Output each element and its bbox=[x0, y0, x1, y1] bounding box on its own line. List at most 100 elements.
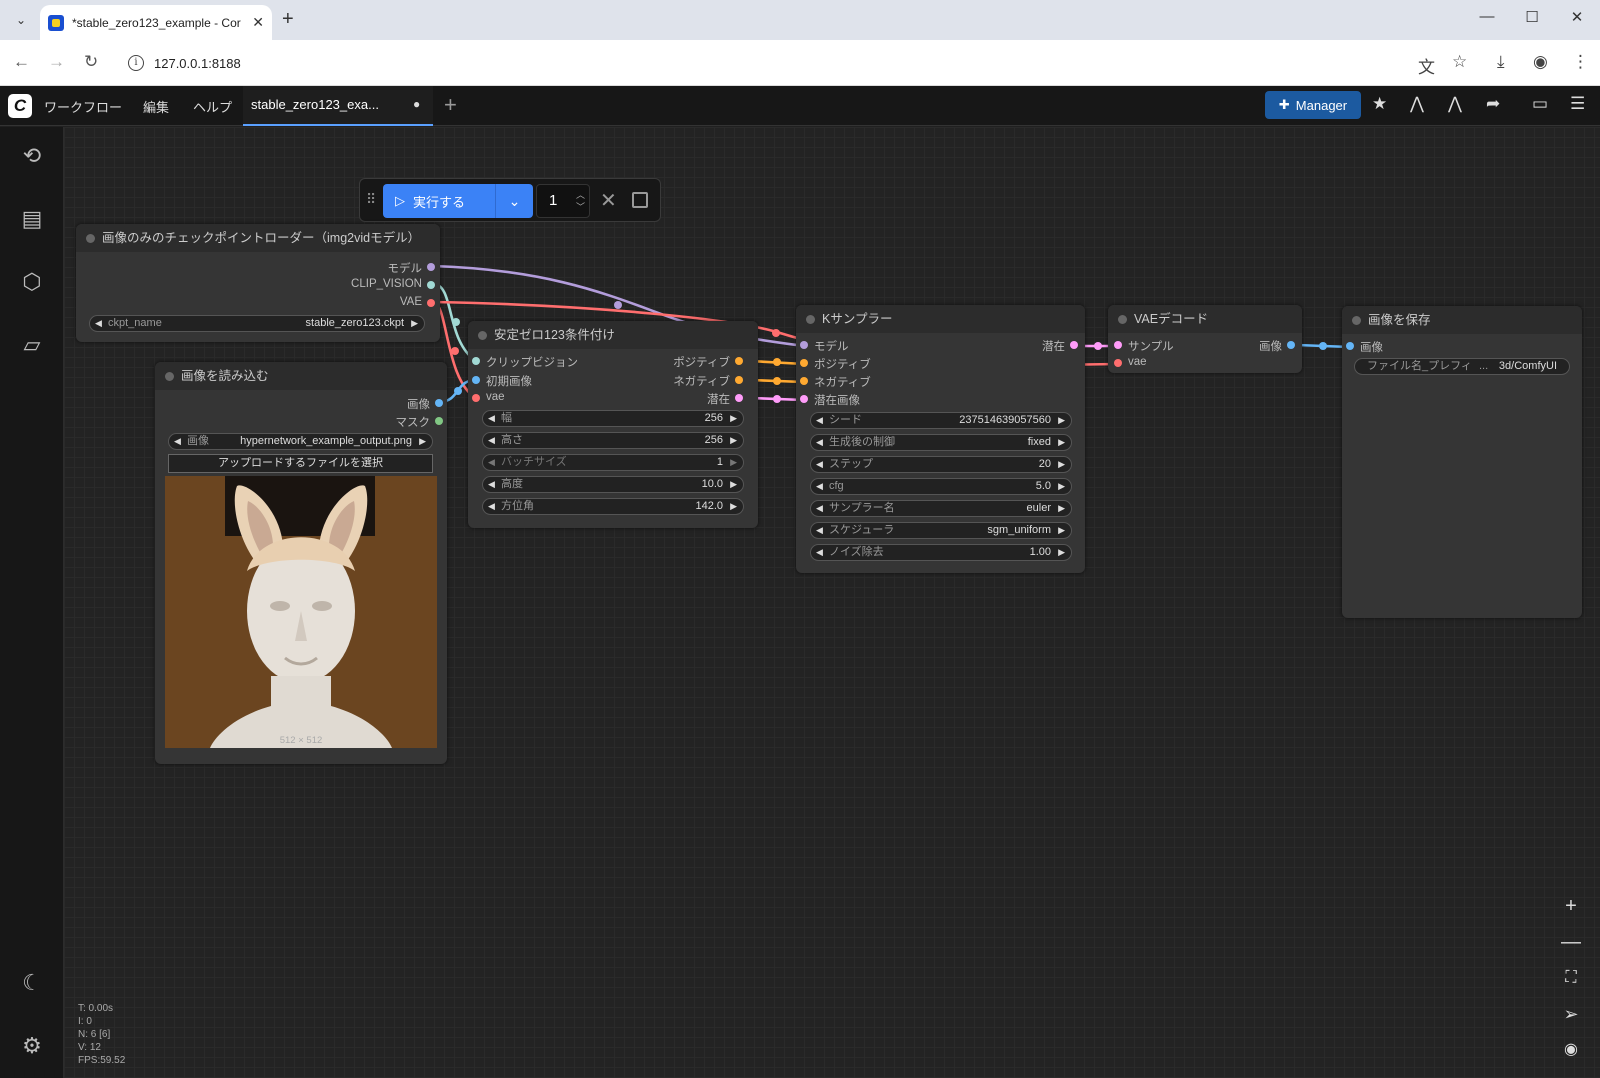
steps-widget[interactable]: ◀ ステップ 20 ▶ bbox=[810, 456, 1072, 473]
control-after-generate-widget[interactable]: ◀ 生成後の制御 fixed ▶ bbox=[810, 434, 1072, 451]
menu-workflow[interactable]: ワークフロー bbox=[44, 97, 122, 116]
input-samples[interactable]: サンプル bbox=[1114, 338, 1174, 354]
input-positive[interactable]: ポジティブ bbox=[800, 356, 871, 372]
input-images[interactable]: 画像 bbox=[1346, 339, 1383, 355]
model-upload-icon[interactable]: ⋀ bbox=[1448, 94, 1462, 114]
slot-dot[interactable] bbox=[427, 299, 435, 307]
prev-arrow-icon[interactable]: ◀ bbox=[488, 433, 495, 448]
input-latent-image[interactable]: 潜在画像 bbox=[800, 392, 860, 408]
filename-prefix-widget[interactable]: ファイル名_プレフィ ... 3d/ComfyUI bbox=[1354, 358, 1570, 375]
output-positive[interactable]: ポジティブ bbox=[673, 354, 743, 370]
stepper-arrows-icon[interactable]: ︿ ﹀ bbox=[576, 185, 585, 213]
output-image[interactable]: 画像 bbox=[1259, 338, 1295, 354]
slot-dot[interactable] bbox=[1346, 342, 1354, 350]
share-icon[interactable]: ➦ bbox=[1486, 94, 1500, 114]
slot-dot[interactable] bbox=[427, 281, 435, 289]
slot-dot[interactable] bbox=[735, 394, 743, 402]
node-load-image[interactable]: 画像を読み込む 画像 マスク ◀ 画像 hypernetwork_example… bbox=[155, 362, 447, 764]
next-arrow-icon[interactable]: ▶ bbox=[730, 455, 737, 470]
height-widget[interactable]: ◀ 高さ 256 ▶ bbox=[482, 432, 744, 449]
slot-dot[interactable] bbox=[472, 357, 480, 365]
batch-size-widget[interactable]: ◀ バッチサイズ 1 ▶ bbox=[482, 454, 744, 471]
settings-gear-icon[interactable]: ⚙ bbox=[18, 1032, 46, 1060]
site-info-icon[interactable]: i bbox=[128, 55, 144, 71]
history-icon[interactable]: ⟲ bbox=[18, 142, 46, 170]
prev-arrow-icon[interactable]: ◀ bbox=[816, 435, 823, 450]
output-vae[interactable]: VAE bbox=[400, 296, 435, 308]
prev-arrow-icon[interactable]: ◀ bbox=[488, 455, 495, 470]
workflow-tab[interactable]: stable_zero123_exa... ● bbox=[243, 86, 433, 126]
prev-arrow-icon[interactable]: ◀ bbox=[95, 316, 102, 331]
next-arrow-icon[interactable]: ▶ bbox=[1058, 523, 1065, 538]
new-workflow-icon[interactable]: + bbox=[444, 92, 457, 118]
ckpt-name-combo[interactable]: ◀ ckpt_name stable_zero123.ckpt ▶ bbox=[89, 315, 425, 332]
toggle-links-eye-icon[interactable]: ◉ bbox=[1558, 1037, 1584, 1063]
input-vae[interactable]: vae bbox=[472, 391, 505, 403]
next-arrow-icon[interactable]: ▶ bbox=[1058, 501, 1065, 516]
node-title[interactable]: 画像を読み込む bbox=[155, 362, 447, 390]
bookmark-star-icon[interactable]: ☆ bbox=[1452, 52, 1467, 72]
next-arrow-icon[interactable]: ▶ bbox=[730, 499, 737, 514]
node-ksampler[interactable]: Kサンプラー モデル ポジティブ ネガティブ 潜在画像 潜在 ◀ シード 23751… bbox=[796, 305, 1085, 573]
translate-icon[interactable]: 文 bbox=[1418, 53, 1435, 78]
workflows-folder-icon[interactable]: ▱ bbox=[18, 331, 46, 359]
output-clip-vision[interactable]: CLIP_VISION bbox=[351, 278, 435, 290]
input-negative[interactable]: ネガティブ bbox=[800, 374, 871, 390]
prev-arrow-icon[interactable]: ◀ bbox=[816, 545, 823, 560]
output-negative[interactable]: ネガティブ bbox=[673, 373, 743, 389]
slot-dot[interactable] bbox=[435, 399, 443, 407]
theme-moon-icon[interactable]: ☾ bbox=[18, 969, 46, 997]
drag-handle-icon[interactable]: ⠿ bbox=[366, 191, 376, 208]
slot-dot[interactable] bbox=[800, 359, 808, 367]
node-title[interactable]: 画像のみのチェックポイントローダー（img2vidモデル） bbox=[76, 224, 440, 252]
slot-dot[interactable] bbox=[800, 395, 808, 403]
next-arrow-icon[interactable]: ▶ bbox=[1058, 435, 1065, 450]
run-mode-chevron-icon[interactable]: ⌄ bbox=[495, 184, 533, 218]
menu-edit[interactable]: 編集 bbox=[143, 97, 169, 116]
model-download-icon[interactable]: ⋀ bbox=[1410, 94, 1424, 114]
sampler-name-widget[interactable]: ◀ サンプラー名 euler ▶ bbox=[810, 500, 1072, 517]
upload-file-button[interactable]: アップロードするファイルを選択 bbox=[168, 454, 433, 473]
node-vae-decode[interactable]: VAEデコード サンプル vae 画像 bbox=[1108, 305, 1302, 373]
slot-dot[interactable] bbox=[735, 376, 743, 384]
prev-arrow-icon[interactable]: ◀ bbox=[816, 413, 823, 428]
clear-queue-icon[interactable] bbox=[632, 192, 648, 208]
prev-arrow-icon[interactable]: ◀ bbox=[816, 457, 823, 472]
prev-arrow-icon[interactable]: ◀ bbox=[488, 411, 495, 426]
prev-arrow-icon[interactable]: ◀ bbox=[816, 523, 823, 538]
url-text[interactable]: 127.0.0.1:8188 bbox=[154, 56, 241, 71]
node-checkpoint-loader[interactable]: 画像のみのチェックポイントローダー（img2vidモデル） モデル CLIP_V… bbox=[76, 224, 440, 342]
slot-dot[interactable] bbox=[1070, 341, 1078, 349]
node-stable-zero123-conditioning[interactable]: 安定ゼロ123条件付け クリップビジョン 初期画像 vae ポジティブ ネガティ… bbox=[468, 321, 758, 528]
node-title[interactable]: VAEデコード bbox=[1108, 305, 1302, 333]
download-icon[interactable]: ⤓ bbox=[1497, 52, 1505, 72]
node-title[interactable]: Kサンプラー bbox=[796, 305, 1085, 333]
forward-icon[interactable]: → bbox=[48, 52, 65, 72]
queue-list-icon[interactable]: ▤ bbox=[18, 205, 46, 233]
slot-dot[interactable] bbox=[735, 357, 743, 365]
browser-tab[interactable]: *stable_zero123_example - Cor ✕ bbox=[40, 5, 272, 40]
slot-dot[interactable] bbox=[472, 376, 480, 384]
slot-dot[interactable] bbox=[427, 263, 435, 271]
prev-arrow-icon[interactable]: ◀ bbox=[488, 477, 495, 492]
window-close-icon[interactable]: ✕ bbox=[1562, 8, 1592, 26]
node-title[interactable]: 安定ゼロ123条件付け bbox=[468, 321, 758, 349]
prev-arrow-icon[interactable]: ◀ bbox=[488, 499, 495, 514]
next-arrow-icon[interactable]: ▶ bbox=[730, 433, 737, 448]
manager-button[interactable]: ✚ Manager bbox=[1265, 91, 1361, 119]
node-title[interactable]: 画像を保存 bbox=[1342, 306, 1582, 334]
output-latent[interactable]: 潜在 bbox=[1042, 338, 1078, 354]
minimize-icon[interactable]: — bbox=[1472, 8, 1502, 25]
output-model[interactable]: モデル bbox=[388, 260, 435, 276]
hamburger-menu-icon[interactable]: ☰ bbox=[1570, 94, 1585, 114]
zoom-in-icon[interactable]: + bbox=[1558, 893, 1584, 919]
output-mask[interactable]: マスク bbox=[396, 414, 443, 430]
model-library-cube-icon[interactable]: ⬡ bbox=[18, 268, 46, 296]
slot-dot[interactable] bbox=[1114, 359, 1122, 367]
next-arrow-icon[interactable]: ▶ bbox=[411, 316, 418, 331]
close-tab-icon[interactable]: ✕ bbox=[252, 14, 264, 31]
next-arrow-icon[interactable]: ▶ bbox=[730, 477, 737, 492]
slot-dot[interactable] bbox=[435, 417, 443, 425]
next-arrow-icon[interactable]: ▶ bbox=[730, 411, 737, 426]
denoise-widget[interactable]: ◀ ノイズ除去 1.00 ▶ bbox=[810, 544, 1072, 561]
